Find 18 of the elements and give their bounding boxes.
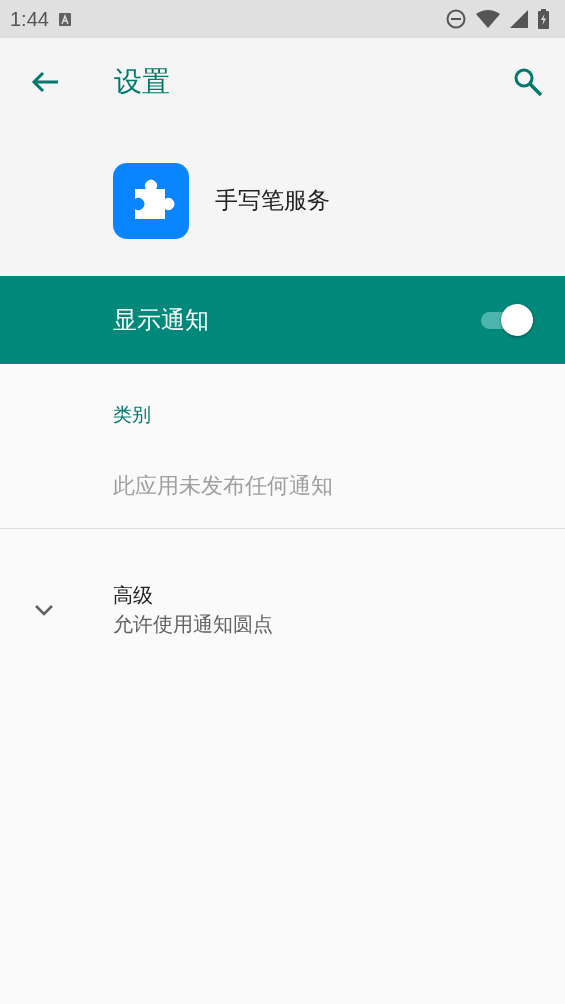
toolbar-title: 设置 xyxy=(114,63,170,100)
back-arrow-icon[interactable] xyxy=(30,69,60,94)
app-name: 手写笔服务 xyxy=(215,186,330,215)
search-icon[interactable] xyxy=(513,66,543,97)
empty-message: 此应用未发布任何通知 xyxy=(113,472,334,500)
advanced-title: 高级 xyxy=(113,582,154,609)
notification-icon xyxy=(58,12,71,26)
section-header: 类别 xyxy=(113,402,152,427)
puzzle-app-icon xyxy=(113,162,189,239)
advanced-summary: 允许使用通知圆点 xyxy=(113,611,273,638)
toggle-switch[interactable] xyxy=(479,304,535,336)
status-time: 1:44 xyxy=(10,7,49,31)
advanced-row[interactable]: 高级 允许使用通知圆点 xyxy=(0,529,565,638)
wifi-icon xyxy=(476,10,500,28)
signal-icon xyxy=(510,10,528,28)
do-not-disturb-icon xyxy=(446,9,466,29)
show-notifications-label: 显示通知 xyxy=(113,305,209,336)
battery-icon xyxy=(538,9,549,29)
